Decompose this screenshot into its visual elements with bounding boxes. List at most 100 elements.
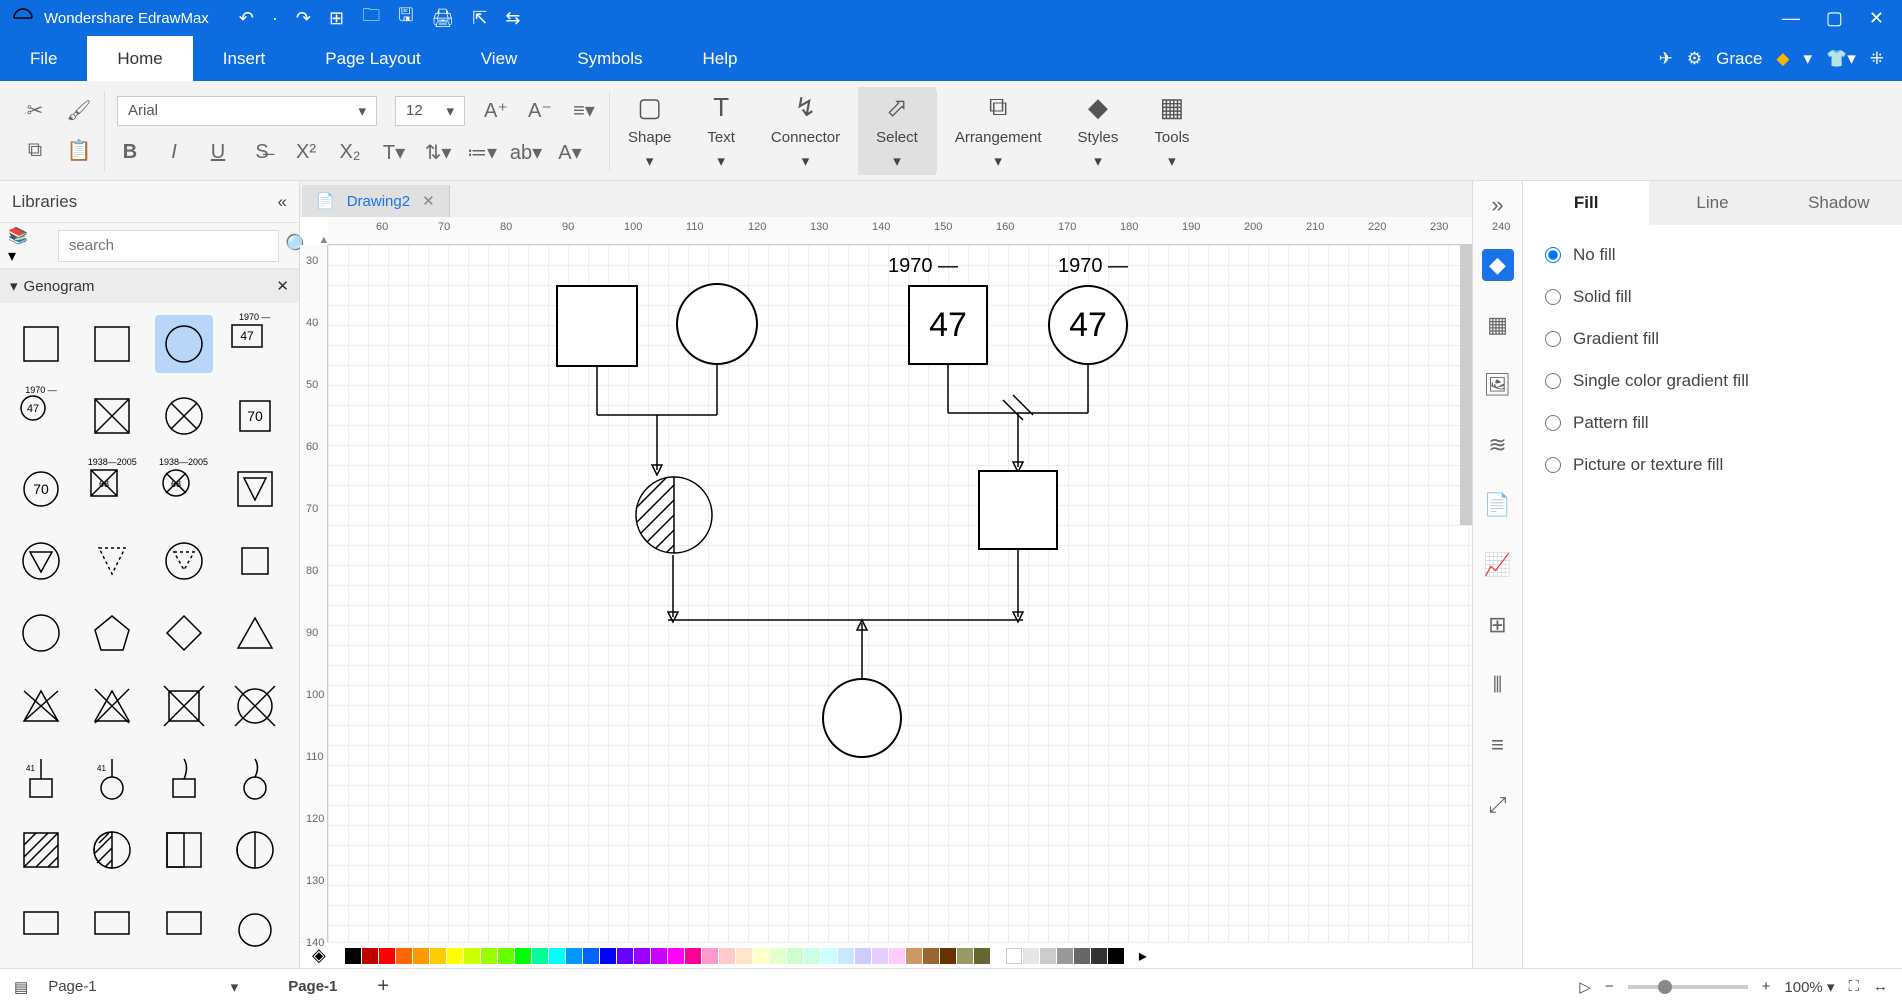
tools-button[interactable]: ▦Tools▾ (1136, 87, 1207, 175)
color-swatch[interactable] (583, 948, 599, 964)
color-swatch[interactable] (685, 948, 701, 964)
shape-deceased-male[interactable] (83, 387, 141, 445)
color-swatch[interactable] (770, 948, 786, 964)
premium-icon[interactable]: ◆ (1776, 49, 1789, 69)
shape-male-thin[interactable] (83, 315, 141, 373)
shape-x-box[interactable] (155, 677, 213, 735)
shape-button[interactable]: ▢Shape▾ (610, 87, 689, 175)
page-tab[interactable]: Page-1 (288, 978, 337, 995)
color-swatch[interactable] (413, 948, 429, 964)
color-swatch[interactable] (753, 948, 769, 964)
italic-icon[interactable]: I (161, 140, 187, 166)
menu-page-layout[interactable]: Page Layout (295, 36, 450, 81)
shape-female-age[interactable]: 1970 —47 (12, 387, 70, 445)
color-swatch[interactable] (396, 948, 412, 964)
menu-home[interactable]: Home (87, 36, 192, 81)
shape-stem-box-2[interactable] (155, 749, 213, 807)
shape-stem-box-1[interactable]: 41 (12, 749, 70, 807)
text-direction-icon[interactable]: ab▾ (513, 140, 539, 166)
menu-view[interactable]: View (451, 36, 548, 81)
canvas-label[interactable]: 1970 — (888, 255, 958, 278)
shape-female-selected[interactable] (155, 315, 213, 373)
color-swatch[interactable] (1091, 948, 1107, 964)
canvas-shape-carrier-female[interactable] (634, 475, 714, 555)
color-swatch[interactable] (532, 948, 548, 964)
color-swatch[interactable] (430, 948, 446, 964)
shape-rect2[interactable] (83, 894, 141, 952)
color-swatch[interactable] (566, 948, 582, 964)
page-selector-icon[interactable]: ▤ (14, 978, 28, 996)
connector-button[interactable]: ↯Connector▾ (753, 87, 858, 175)
fill-option-single-gradient[interactable]: Single color gradient fill (1545, 371, 1880, 391)
align-icon[interactable]: ≡▾ (571, 98, 597, 124)
layers-panel-icon[interactable]: ≋ (1482, 429, 1514, 461)
fill-option-pattern[interactable]: Pattern fill (1545, 413, 1880, 433)
fit-width-icon[interactable]: ↔ (1873, 978, 1888, 995)
color-swatch[interactable] (447, 948, 463, 964)
color-swatch[interactable] (600, 948, 616, 964)
page-selector[interactable]: Page-1 ▾ (48, 978, 248, 996)
color-swatch[interactable] (702, 948, 718, 964)
color-swatch[interactable] (719, 948, 735, 964)
shape-death-age-female[interactable]: 70 (12, 460, 70, 518)
color-swatch[interactable] (889, 948, 905, 964)
expand-panel-icon[interactable]: » (1482, 189, 1514, 221)
copy-icon[interactable]: ⧉ (22, 138, 48, 164)
zoom-level[interactable]: 100% ▾ (1784, 978, 1834, 996)
color-swatch[interactable] (464, 948, 480, 964)
font-color-icon[interactable]: A▾ (557, 140, 583, 166)
menu-symbols[interactable]: Symbols (547, 36, 672, 81)
shape-circle-outline[interactable] (12, 604, 70, 662)
color-swatch[interactable] (668, 948, 684, 964)
export-icon[interactable]: ⇱ (472, 8, 487, 29)
superscript-icon[interactable]: X² (293, 140, 319, 166)
color-swatch[interactable] (855, 948, 871, 964)
select-button[interactable]: ⬀Select▾ (858, 87, 936, 175)
distribute-panel-icon[interactable]: ⫴ (1482, 669, 1514, 701)
color-swatch[interactable] (1040, 948, 1056, 964)
bold-icon[interactable]: B (117, 140, 143, 166)
fit-panel-icon[interactable]: ⤢ (1482, 789, 1514, 821)
color-swatch[interactable] (1074, 948, 1090, 964)
presentation-icon[interactable]: ▷ (1579, 978, 1591, 996)
document-tab[interactable]: 📄 Drawing2 ✕ (302, 185, 450, 217)
shape-diamond[interactable] (155, 604, 213, 662)
close-icon[interactable]: ✕ (1869, 8, 1884, 29)
fit-page-icon[interactable]: ⛶ (1848, 978, 1859, 995)
color-swatch[interactable] (617, 948, 633, 964)
print-icon[interactable]: 🖨 (431, 8, 454, 29)
shape-death-age-male[interactable]: 70 (226, 387, 284, 445)
canvas-shape-male[interactable] (556, 285, 638, 367)
color-swatch[interactable] (923, 948, 939, 964)
canvas-scrollbar-v[interactable] (1460, 245, 1472, 525)
shape-inv-triangle-circle[interactable] (12, 532, 70, 590)
bullets-icon[interactable]: ≔▾ (469, 140, 495, 166)
open-icon[interactable]: 🗀 (362, 3, 380, 33)
shape-hatched-square[interactable] (12, 821, 70, 879)
zoom-slider[interactable] (1628, 985, 1748, 989)
fill-option-solid[interactable]: Solid fill (1545, 287, 1880, 307)
close-category-icon[interactable]: ✕ (276, 277, 289, 295)
color-swatch[interactable] (974, 948, 990, 964)
send-icon[interactable]: ✈ (1659, 49, 1673, 69)
shape-stem-circle-1[interactable]: 41 (83, 749, 141, 807)
menu-help[interactable]: Help (673, 36, 768, 81)
strikethrough-icon[interactable]: S̶ (249, 140, 275, 166)
save-icon[interactable]: 🖫 (398, 3, 413, 33)
color-swatch[interactable] (515, 948, 531, 964)
shape-deceased-dates-male[interactable]: 1938—200568 (83, 460, 141, 518)
align-panel-icon[interactable]: ≡ (1482, 729, 1514, 761)
maximize-icon[interactable]: ▢ (1826, 8, 1843, 29)
canvas-shape-female-age[interactable]: 47 (1048, 285, 1128, 365)
dropdown-icon[interactable]: ▾ (1804, 49, 1813, 69)
apps-icon[interactable]: ⁜ (1870, 49, 1884, 69)
library-search-input[interactable] (58, 230, 279, 262)
format-painter-icon[interactable]: 🖌 (66, 98, 92, 124)
color-swatch[interactable] (821, 948, 837, 964)
shape-deceased-dates-female[interactable]: 1938—200568 (155, 460, 213, 518)
shape-half-fill-circle[interactable] (226, 821, 284, 879)
shape-circle-bottom[interactable] (226, 894, 284, 952)
color-swatch[interactable] (906, 948, 922, 964)
fill-option-none[interactable]: No fill (1545, 245, 1880, 265)
color-swatch[interactable] (957, 948, 973, 964)
